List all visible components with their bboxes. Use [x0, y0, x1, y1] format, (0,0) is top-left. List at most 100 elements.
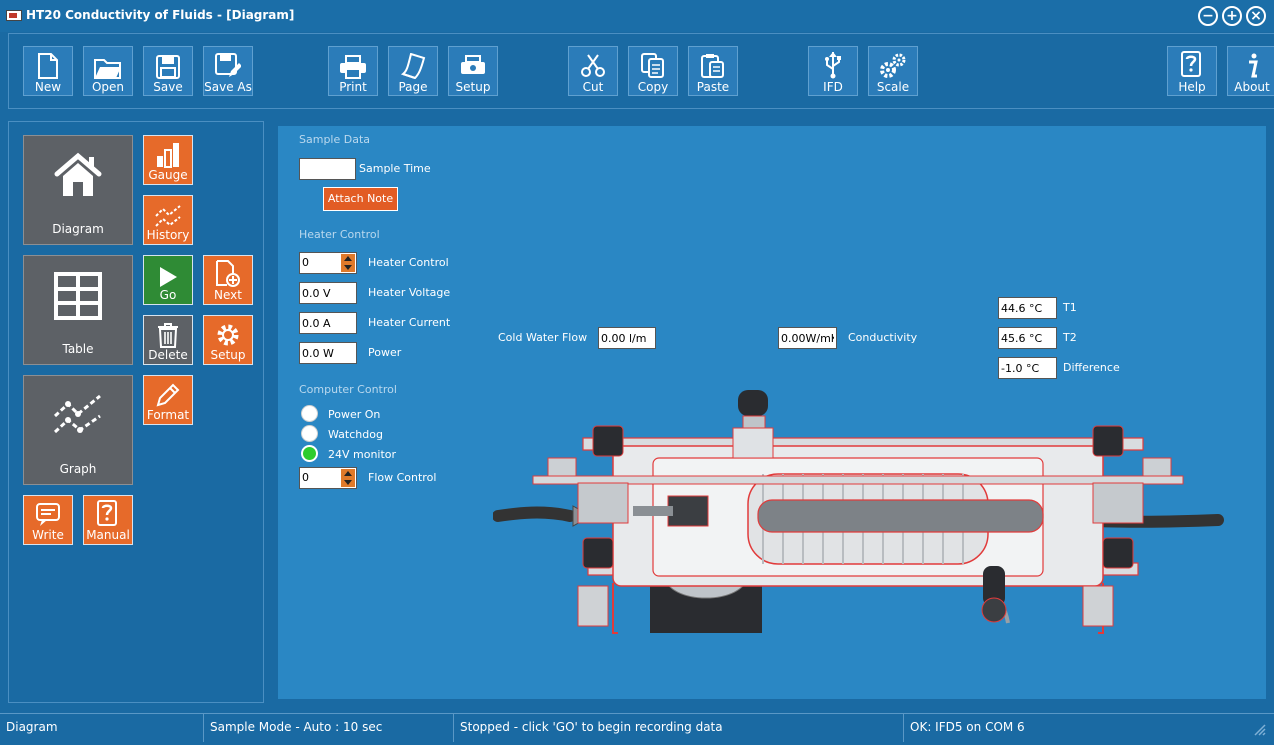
- ifd-button[interactable]: IFD: [808, 46, 858, 96]
- t2-field[interactable]: [998, 327, 1057, 349]
- save-icon: [156, 55, 180, 79]
- flow-control-spinner[interactable]: 0: [299, 467, 357, 489]
- help-button[interactable]: Help: [1167, 46, 1217, 96]
- open-label: Open: [91, 80, 125, 94]
- paste-icon: [701, 54, 724, 78]
- 24v-monitor-label: 24V monitor: [328, 448, 397, 461]
- home-icon: [54, 152, 102, 196]
- cold-water-flow-label: Cold Water Flow: [498, 331, 588, 344]
- table-view-button[interactable]: Table: [23, 255, 133, 365]
- scale-label: Scale: [876, 80, 910, 94]
- history-button[interactable]: History: [143, 195, 193, 245]
- diagram-view-button[interactable]: Diagram: [23, 135, 133, 245]
- delete-button[interactable]: Delete: [143, 315, 193, 365]
- cut-label: Cut: [582, 80, 604, 94]
- about-label: About: [1234, 80, 1270, 94]
- play-icon: [160, 267, 177, 287]
- save-as-label: Save As: [204, 80, 252, 94]
- next-button[interactable]: Next: [203, 255, 253, 305]
- 24v-monitor-indicator: [301, 445, 318, 462]
- folder-icon: [94, 59, 121, 79]
- watchdog-indicator: [301, 425, 318, 442]
- setup-button[interactable]: Setup: [448, 46, 498, 96]
- scale-button[interactable]: Scale: [868, 46, 918, 96]
- resize-grip-icon[interactable]: [1254, 724, 1266, 736]
- minimize-icon[interactable]: −: [1198, 6, 1218, 26]
- status-view: Diagram: [0, 714, 204, 742]
- heater-control-heading: Heater Control: [299, 228, 380, 241]
- conductivity-label: Conductivity: [848, 331, 918, 344]
- help-label: Help: [1178, 80, 1206, 94]
- power-on-indicator: [301, 405, 318, 422]
- pencil-icon: [156, 383, 180, 407]
- t1-label: T1: [1063, 301, 1077, 314]
- history-label: History: [146, 228, 190, 242]
- printer-setup-icon: [461, 55, 485, 74]
- go-button[interactable]: Go: [143, 255, 193, 305]
- save-button[interactable]: Save: [143, 46, 193, 96]
- maximize-icon[interactable]: +: [1222, 6, 1242, 26]
- save-as-button[interactable]: Save As: [203, 46, 253, 96]
- print-label: Print: [339, 80, 367, 94]
- status-connection: OK: IFD5 on COM 6: [910, 720, 1025, 734]
- page-button[interactable]: Page: [388, 46, 438, 96]
- gauge-button[interactable]: Gauge: [143, 135, 193, 185]
- write-button[interactable]: Write: [23, 495, 73, 545]
- heater-voltage-field[interactable]: [299, 282, 357, 304]
- title-bar: HT20 Conductivity of Fluids - [Diagram] …: [0, 0, 1274, 32]
- diagram-label: Diagram: [52, 222, 104, 236]
- difference-field[interactable]: [998, 357, 1057, 379]
- attach-note-button[interactable]: Attach Note: [323, 187, 398, 211]
- about-button[interactable]: About: [1227, 46, 1274, 96]
- heater-control-spinner[interactable]: 0: [299, 252, 357, 274]
- copy-button[interactable]: Copy: [628, 46, 678, 96]
- t1-field[interactable]: [998, 297, 1057, 319]
- t2-label: T2: [1063, 331, 1077, 344]
- graph-view-button[interactable]: Graph: [23, 375, 133, 485]
- power-field[interactable]: [299, 342, 357, 364]
- app-icon: [6, 10, 22, 21]
- write-label: Write: [32, 528, 64, 542]
- flow-control-label: Flow Control: [368, 471, 437, 484]
- setup-label: Setup: [455, 80, 491, 94]
- new-button[interactable]: New: [23, 46, 73, 96]
- power-on-label: Power On: [328, 408, 381, 421]
- print-button[interactable]: Print: [328, 46, 378, 96]
- usb-icon: [825, 52, 841, 79]
- cut-button[interactable]: Cut: [568, 46, 618, 96]
- diagram-panel: Sample Data Sample Time Attach Note Heat…: [278, 126, 1266, 699]
- gauge-label: Gauge: [148, 168, 188, 182]
- paste-button[interactable]: Paste: [688, 46, 738, 96]
- sample-setup-button[interactable]: Setup: [203, 315, 253, 365]
- watchdog-label: Watchdog: [328, 428, 383, 441]
- trash-icon: [158, 323, 178, 348]
- info-icon: [1249, 53, 1258, 78]
- new-label: New: [34, 80, 62, 94]
- status-bar: Diagram Sample Mode - Auto : 10 sec Stop…: [0, 713, 1274, 745]
- cold-water-flow-field[interactable]: [598, 327, 656, 349]
- new-file-icon: [38, 53, 58, 79]
- copy-label: Copy: [637, 80, 669, 94]
- manual-icon: [97, 500, 117, 526]
- save-as-icon: [215, 53, 241, 77]
- paste-label: Paste: [696, 80, 730, 94]
- open-button[interactable]: Open: [83, 46, 133, 96]
- format-button[interactable]: Format: [143, 375, 193, 425]
- window-title: HT20 Conductivity of Fluids - [Diagram]: [26, 8, 295, 22]
- copy-icon: [641, 53, 664, 78]
- gears-icon: [880, 53, 906, 78]
- scissors-icon: [581, 54, 605, 77]
- conductivity-field[interactable]: [778, 327, 837, 349]
- toolbar: New Open Save Save As Print Page Setup C…: [8, 33, 1274, 109]
- status-sample-mode: Sample Mode - Auto : 10 sec: [204, 714, 454, 742]
- heater-voltage-label: Heater Voltage: [368, 286, 451, 299]
- close-icon[interactable]: ×: [1246, 6, 1266, 26]
- manual-label: Manual: [86, 528, 130, 542]
- help-icon: [1181, 51, 1201, 77]
- heater-current-field[interactable]: [299, 312, 357, 334]
- sample-time-field[interactable]: [299, 158, 356, 180]
- spinner-arrows-icon[interactable]: [341, 254, 355, 272]
- flow-spinner-arrows-icon[interactable]: [341, 469, 355, 487]
- manual-button[interactable]: Manual: [83, 495, 133, 545]
- power-label: Power: [368, 346, 402, 359]
